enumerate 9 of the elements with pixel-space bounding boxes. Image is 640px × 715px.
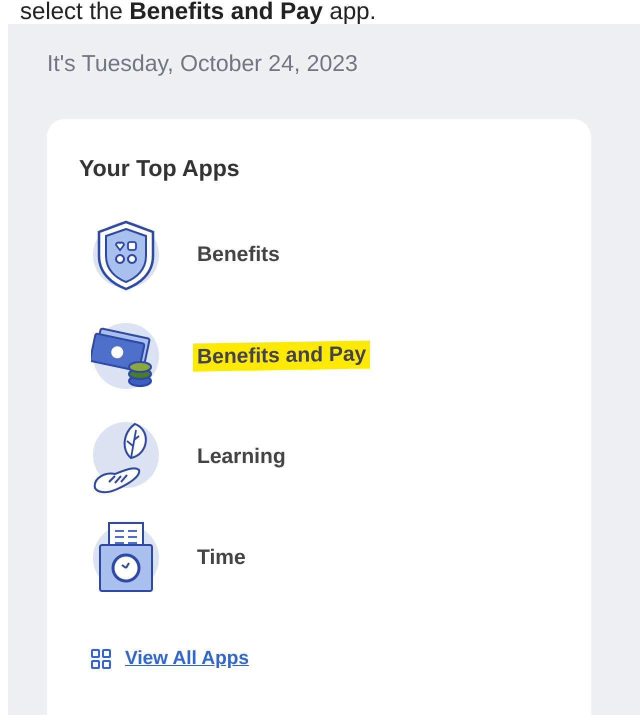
grid-icon <box>91 649 111 669</box>
instruction-text: select the Benefits and Pay app. <box>19 0 378 24</box>
date-text: It's Tuesday, October 24, 2023 <box>47 50 359 77</box>
app-link[interactable]: Learning <box>193 442 290 470</box>
view-all-apps-link[interactable]: View All Apps <box>79 648 559 670</box>
app-link[interactable]: Time <box>193 544 250 572</box>
app-link[interactable]: Benefits <box>193 240 284 268</box>
card-title: Your Top Apps <box>79 155 241 182</box>
app-link[interactable]: Benefits and Pay <box>193 340 370 372</box>
